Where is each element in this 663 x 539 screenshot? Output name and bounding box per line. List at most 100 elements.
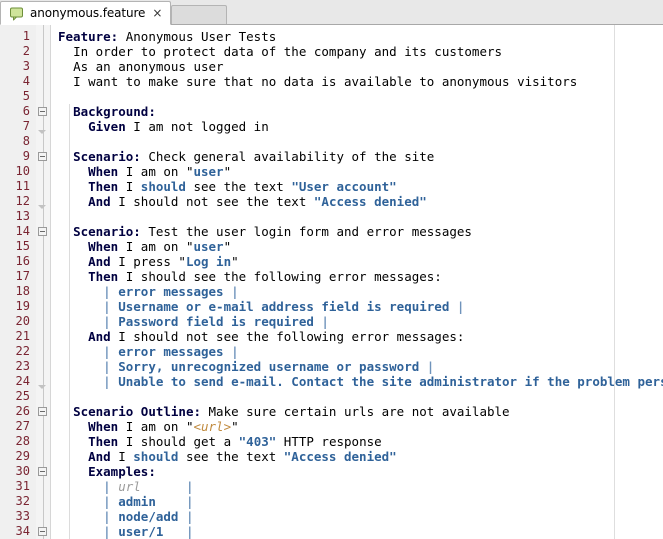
token-plain: I should see the following error message…	[118, 269, 442, 284]
code-line[interactable]: | node/add |	[51, 509, 663, 524]
code-line[interactable]: Scenario: Test the user login form and e…	[51, 224, 663, 239]
token-pipe: |	[186, 524, 194, 539]
fold-row	[36, 104, 50, 119]
token-kw: Examples:	[88, 464, 156, 479]
line-number: 29	[0, 449, 36, 464]
fold-row	[36, 299, 50, 314]
token-str: should	[141, 179, 186, 194]
code-line[interactable]: Background:	[51, 104, 663, 119]
line-number: 23	[0, 359, 36, 374]
fold-row	[36, 119, 50, 134]
code-line[interactable]: And I press "Log in"	[51, 254, 663, 269]
code-line[interactable]: As an anonymous user	[51, 59, 663, 74]
fold-collapse-icon[interactable]	[38, 407, 47, 416]
token-pipe: |	[419, 359, 434, 374]
code-line[interactable]: | admin |	[51, 494, 663, 509]
code-line[interactable]	[51, 209, 663, 224]
token-var: <url>	[193, 419, 231, 434]
indent	[58, 449, 88, 464]
code-line[interactable]	[51, 89, 663, 104]
code-line[interactable]: Scenario Outline: Make sure certain urls…	[51, 404, 663, 419]
token-plain: I am not logged in	[126, 119, 269, 134]
token-str: "Access denied"	[284, 449, 397, 464]
fold-collapse-icon[interactable]	[38, 152, 47, 161]
line-number: 31	[0, 479, 36, 494]
code-editor[interactable]: 1234567891011121314151617181920212223242…	[0, 25, 663, 539]
indent	[58, 284, 103, 299]
code-line[interactable]: | user/1 |	[51, 524, 663, 539]
code-folding-gutter[interactable]	[36, 25, 51, 539]
fold-collapse-icon[interactable]	[38, 227, 47, 236]
fold-row	[36, 179, 50, 194]
fold-row	[36, 284, 50, 299]
line-number: 24	[0, 374, 36, 389]
fold-collapse-icon[interactable]	[38, 107, 47, 116]
code-line[interactable]: And I should not see the text "Access de…	[51, 194, 663, 209]
fold-collapse-icon[interactable]	[38, 527, 47, 536]
code-line[interactable]: Then I should see the following error me…	[51, 269, 663, 284]
indent	[58, 374, 103, 389]
code-line[interactable]: Given I am not logged in	[51, 119, 663, 134]
token-str: user	[193, 164, 223, 179]
indent	[58, 344, 103, 359]
code-line[interactable]	[51, 134, 663, 149]
code-area[interactable]: Feature: Anonymous User Tests In order t…	[51, 25, 663, 539]
line-number: 8	[0, 134, 36, 149]
fold-collapse-icon[interactable]	[38, 467, 47, 476]
indent	[58, 254, 88, 269]
code-line[interactable]: I want to make sure that no data is avai…	[51, 74, 663, 89]
fold-row	[36, 269, 50, 284]
code-line[interactable]: | Unable to send e-mail. Contact the sit…	[51, 374, 663, 389]
code-line[interactable]: Feature: Anonymous User Tests	[51, 29, 663, 44]
code-line[interactable]: Then I should see the text "User account…	[51, 179, 663, 194]
code-line[interactable]: Scenario: Check general availability of …	[51, 149, 663, 164]
indent	[58, 104, 73, 119]
line-number: 9	[0, 149, 36, 164]
token-kw: Then	[88, 434, 118, 449]
line-number: 6	[0, 104, 36, 119]
tab-anonymous-feature[interactable]: anonymous.feature ×	[0, 1, 171, 25]
token-cell: node/add	[118, 509, 186, 524]
token-pipe: |	[449, 299, 464, 314]
token-plain: HTTP response	[276, 434, 381, 449]
fold-row	[36, 59, 50, 74]
code-line[interactable]	[51, 389, 663, 404]
fold-row	[36, 329, 50, 344]
code-line[interactable]: | error messages |	[51, 344, 663, 359]
code-line[interactable]: | error messages |	[51, 284, 663, 299]
close-icon[interactable]: ×	[151, 7, 163, 19]
code-line[interactable]: When I am on "<url>"	[51, 419, 663, 434]
line-number: 13	[0, 209, 36, 224]
token-plain: see the text	[178, 449, 283, 464]
code-line[interactable]: And I should not see the following error…	[51, 329, 663, 344]
code-line[interactable]: Then I should get a "403" HTTP response	[51, 434, 663, 449]
token-plain: I am on	[118, 239, 186, 254]
token-pipe: |	[103, 494, 118, 509]
line-number: 10	[0, 164, 36, 179]
indent	[58, 164, 88, 179]
code-line[interactable]: | Username or e-mail address field is re…	[51, 299, 663, 314]
token-str: should	[133, 449, 178, 464]
token-cell: admin	[118, 494, 186, 509]
line-number-gutter: 1234567891011121314151617181920212223242…	[0, 25, 36, 539]
code-line[interactable]: In order to protect data of the company …	[51, 44, 663, 59]
code-line[interactable]: When I am on "user"	[51, 164, 663, 179]
token-plain: "	[178, 254, 186, 269]
token-pipe: |	[186, 494, 194, 509]
line-number: 16	[0, 254, 36, 269]
code-line[interactable]: And I should see the text "Access denied…	[51, 449, 663, 464]
indent	[58, 299, 103, 314]
token-pipe: |	[186, 479, 194, 494]
line-number: 2	[0, 44, 36, 59]
token-pipe: |	[314, 314, 329, 329]
code-line[interactable]: | Sorry, unrecognized username or passwo…	[51, 359, 663, 374]
token-hdr: url	[118, 479, 186, 494]
indent	[58, 434, 88, 449]
code-line[interactable]: | Password field is required |	[51, 314, 663, 329]
code-line[interactable]: When I am on "user"	[51, 239, 663, 254]
code-line[interactable]: Examples:	[51, 464, 663, 479]
indent	[58, 509, 103, 524]
indent	[58, 239, 88, 254]
code-line[interactable]: | url |	[51, 479, 663, 494]
line-number: 20	[0, 314, 36, 329]
